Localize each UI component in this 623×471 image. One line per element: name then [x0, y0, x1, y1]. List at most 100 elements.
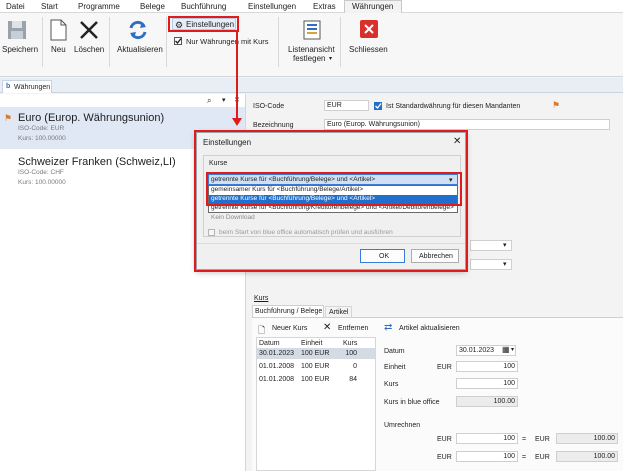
document-tab-waehrungen[interactable]: b Währungen	[2, 80, 52, 93]
highlight-kurse-select	[206, 172, 462, 206]
convert-amount-field[interactable]: 100	[456, 433, 518, 444]
einheit-label: Einheit	[384, 364, 406, 371]
iso-code-label: ISO-Code	[253, 103, 285, 110]
list-view-label-1[interactable]: Listenansicht	[288, 45, 335, 54]
document-tab-bar	[0, 78, 623, 93]
table-cell-einheit: 100 EUR	[301, 350, 330, 357]
list-view-icon	[301, 19, 323, 41]
search-icon[interactable]: ⌕	[207, 96, 211, 106]
only-currencies-label: Nur Währungen mit Kurs	[186, 37, 269, 46]
new-document-icon	[49, 19, 67, 41]
convert-currency-from: EUR	[437, 454, 452, 461]
einheit-field[interactable]: 100	[456, 361, 518, 372]
chevron-down-icon: ▾	[503, 242, 507, 249]
ribbon: Speichern Neu Löschen Aktualisieren ⚙ Ei…	[0, 13, 623, 77]
convert-currency-to: EUR	[535, 454, 550, 461]
table-cell-datum: 30.01.2023	[259, 350, 295, 357]
save-button[interactable]: Speichern	[2, 45, 38, 54]
chevron-down-icon: ▾	[503, 261, 507, 268]
standard-currency-label: Ist Standardwährung für diesen Mandanten	[386, 103, 521, 110]
converted-amount: 100.00	[556, 451, 618, 462]
currency-name: Euro (Europ. Währungsunion)	[18, 112, 165, 124]
tab-buchfuehrung-belege[interactable]: Buchführung / Belege	[252, 305, 324, 317]
convert-amount-field[interactable]: 100	[456, 451, 518, 462]
table-cell-kurs: 0	[353, 363, 357, 370]
delete-button[interactable]: Löschen	[74, 45, 104, 54]
menu-datei[interactable]: Datei	[6, 2, 25, 11]
table-cell-einheit: 100 EUR	[301, 363, 330, 370]
menu-bar: Datei Start Programme Belege Buchführung…	[0, 0, 623, 13]
blue-office-kurs-value: 100.00	[456, 396, 518, 407]
menu-extras[interactable]: Extras	[313, 2, 336, 11]
table-cell-kurs: 84	[349, 376, 357, 383]
list-view-label-2[interactable]: festlegen	[293, 54, 325, 63]
chevron-down-icon[interactable]: ▾	[222, 96, 226, 104]
convert-currency-from: EUR	[437, 436, 452, 443]
menu-einstellungen[interactable]: Einstellungen	[248, 2, 296, 11]
refresh-icon: ⇄	[384, 322, 393, 333]
save-icon	[6, 19, 28, 41]
delete-x-icon	[79, 20, 99, 40]
description-label: Bezeichnung	[253, 122, 294, 129]
new-kurs-button[interactable]: Neuer Kurs	[272, 325, 307, 332]
chevron-down-icon: ▾	[511, 347, 515, 353]
highlight-arrow-line	[236, 32, 238, 120]
kurs-label: Kurs	[384, 381, 399, 388]
currency-iso: ISO-Code: CHF	[18, 169, 64, 176]
standard-currency-checkbox[interactable]	[374, 102, 382, 110]
divider	[109, 17, 110, 67]
divider	[42, 17, 43, 67]
blue-office-kurs-label: Kurs in blue office	[384, 399, 440, 406]
calendar-icon[interactable]: ▦	[502, 345, 510, 354]
table-cell-kurs: 100	[345, 350, 357, 357]
refresh-button[interactable]: Aktualisieren	[117, 45, 163, 54]
remove-button[interactable]: Entfernen	[338, 325, 368, 332]
new-button[interactable]: Neu	[51, 45, 66, 54]
table-cell-einheit: 100 EUR	[301, 376, 330, 383]
converted-amount: 100.00	[556, 433, 618, 444]
table-cell-datum: 01.01.2008	[259, 363, 295, 370]
table-cell-datum: 01.01.2008	[259, 376, 295, 383]
column-header-kurs: Kurs	[343, 340, 358, 347]
menu-buchfuehrung[interactable]: Buchführung	[181, 2, 226, 11]
menu-start[interactable]: Start	[41, 2, 58, 11]
document-tab-label: Währungen	[14, 84, 51, 91]
menu-waehrungen[interactable]: Währungen	[352, 2, 393, 11]
currency-kurs: Kurs: 100.00000	[18, 179, 66, 186]
datum-label: Datum	[384, 348, 405, 355]
iso-code-field[interactable]: EUR	[324, 100, 369, 111]
column-header-datum: Datum	[259, 340, 280, 347]
currency-iso: ISO-Code: EUR	[18, 125, 65, 132]
refresh-icon	[127, 19, 149, 41]
convert-label: Umrechnen	[384, 422, 421, 429]
only-currencies-checkbox[interactable]	[174, 37, 182, 45]
close-button[interactable]: Schliessen	[349, 45, 388, 54]
equals-sign: =	[522, 436, 527, 443]
divider	[278, 17, 279, 67]
column-header-einheit: Einheit	[301, 340, 323, 347]
menu-belege[interactable]: Belege	[140, 2, 165, 11]
menu-programme[interactable]: Programme	[78, 2, 120, 11]
flag-icon: ⚑	[4, 113, 13, 123]
tab-label: Buchführung / Belege	[255, 308, 323, 315]
currency-name: Schweizer Franken (Schweiz,LI)	[18, 156, 176, 168]
tab-artikel[interactable]: Artikel	[325, 306, 352, 317]
equals-sign: =	[522, 454, 527, 461]
close-icon	[360, 20, 378, 38]
einheit-currency: EUR	[437, 364, 452, 371]
highlight-settings-button	[168, 16, 239, 32]
divider	[166, 17, 167, 67]
convert-currency-to: EUR	[535, 436, 550, 443]
flag-icon: ⚑	[552, 100, 561, 110]
description-field[interactable]: Euro (Europ. Währungsunion)	[324, 119, 610, 130]
kurs-field[interactable]: 100	[456, 378, 518, 389]
currency-kurs: Kurs: 100.00000	[18, 135, 66, 142]
update-articles-button[interactable]: Artikel aktualisieren	[399, 325, 460, 332]
document-icon: b	[6, 83, 11, 90]
chevron-down-icon: ▾	[329, 56, 333, 62]
remove-x-icon: ✕	[323, 322, 332, 333]
kurs-section-title: Kurs	[254, 295, 269, 302]
divider	[340, 17, 341, 67]
tab-label: Artikel	[329, 309, 349, 316]
highlight-arrow-head	[232, 118, 242, 126]
